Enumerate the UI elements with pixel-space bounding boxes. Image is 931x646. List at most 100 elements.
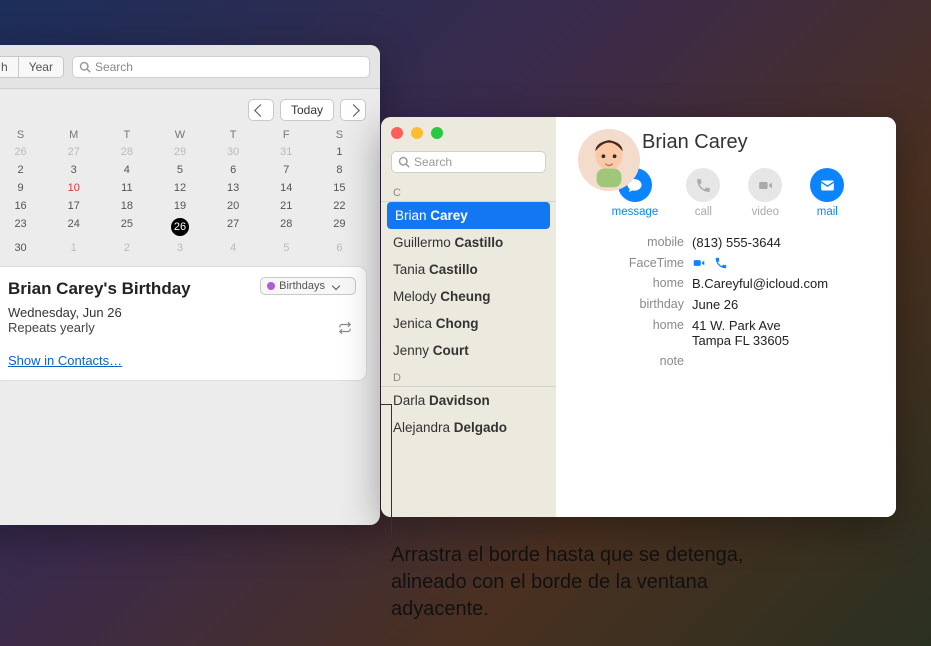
- mini-cal-day[interactable]: 31: [260, 143, 313, 161]
- callout-line: [391, 404, 392, 538]
- avatar[interactable]: [578, 129, 640, 191]
- contact-card: Brian Carey message call video mail mobi…: [556, 117, 896, 517]
- mini-cal-day[interactable]: 15: [313, 179, 366, 197]
- field-label-home-email: home: [574, 276, 684, 290]
- contact-list-item[interactable]: Darla Davidson: [381, 387, 556, 414]
- mini-cal-day[interactable]: 28: [260, 215, 313, 239]
- mail-button[interactable]: mail: [810, 168, 844, 218]
- mini-cal-day[interactable]: 1: [47, 239, 100, 257]
- today-button[interactable]: Today: [280, 99, 334, 121]
- calendar-tab-month[interactable]: h: [0, 57, 18, 77]
- mini-calendar[interactable]: SMTWTFS 26272829303112345678910111213141…: [0, 127, 366, 257]
- mini-cal-day[interactable]: 23: [0, 215, 47, 239]
- mini-cal-day[interactable]: 6: [207, 161, 260, 179]
- mini-cal-day[interactable]: 13: [207, 179, 260, 197]
- field-value-facetime[interactable]: [692, 256, 728, 270]
- mini-cal-day[interactable]: 8: [313, 161, 366, 179]
- mini-cal-day-header: M: [47, 127, 100, 143]
- contact-name: Brian Carey: [642, 131, 748, 154]
- event-calendar-select[interactable]: Birthdays: [260, 277, 356, 295]
- contact-list-item[interactable]: Jenica Chong: [381, 310, 556, 337]
- mini-cal-day[interactable]: 12: [153, 179, 206, 197]
- mini-cal-day[interactable]: 25: [100, 215, 153, 239]
- mini-cal-day[interactable]: 14: [260, 179, 313, 197]
- close-button[interactable]: [391, 127, 403, 139]
- mini-cal-day[interactable]: 3: [153, 239, 206, 257]
- video-icon: [757, 177, 774, 194]
- mini-cal-day[interactable]: 9: [0, 179, 47, 197]
- mini-cal-day[interactable]: 21: [260, 197, 313, 215]
- contacts-search-placeholder: Search: [414, 155, 452, 169]
- contacts-search-input[interactable]: Search: [391, 151, 546, 173]
- contact-list-item[interactable]: Tania Castillo: [381, 256, 556, 283]
- mini-cal-day[interactable]: 29: [313, 215, 366, 239]
- call-button[interactable]: call: [686, 168, 720, 218]
- mini-cal-day-header: T: [207, 127, 260, 143]
- field-value-birthday: June 26: [692, 297, 738, 312]
- contact-fields: mobile (813) 555-3644 FaceTime home B.Care…: [574, 232, 878, 371]
- mini-cal-day[interactable]: 11: [100, 179, 153, 197]
- field-value-home-addr[interactable]: 41 W. Park AveTampa FL 33605: [692, 318, 789, 348]
- next-month-button[interactable]: [340, 99, 366, 121]
- repeat-icon: [338, 321, 352, 335]
- calendar-color-dot: [267, 282, 275, 290]
- video-icon: [692, 256, 706, 270]
- field-label-home-addr: home: [574, 318, 684, 332]
- contact-list-item[interactable]: Alejandra Delgado: [381, 414, 556, 441]
- calendar-toolbar: h Year Search: [0, 45, 380, 89]
- mini-cal-day[interactable]: 5: [260, 239, 313, 257]
- phone-icon: [714, 256, 728, 270]
- calendar-view-tabs[interactable]: h Year: [0, 56, 64, 78]
- call-label: call: [695, 206, 712, 218]
- mini-cal-day[interactable]: 24: [47, 215, 100, 239]
- mini-cal-day[interactable]: 4: [100, 161, 153, 179]
- mini-cal-day-header: T: [100, 127, 153, 143]
- contact-list-item[interactable]: Guillermo Castillo: [381, 229, 556, 256]
- mini-cal-day[interactable]: 20: [207, 197, 260, 215]
- mini-cal-day[interactable]: 26: [0, 143, 47, 161]
- mini-cal-day[interactable]: 27: [47, 143, 100, 161]
- mini-cal-day[interactable]: 1: [313, 143, 366, 161]
- mini-cal-day[interactable]: 10: [47, 179, 100, 197]
- calendar-search-input[interactable]: Search: [72, 56, 370, 78]
- callout-text: Arrastra el borde hasta que se detenga, …: [391, 542, 771, 623]
- minimize-button[interactable]: [411, 127, 423, 139]
- mini-cal-day[interactable]: 30: [0, 239, 47, 257]
- contact-list-item[interactable]: Brian Carey: [387, 202, 550, 229]
- contact-list-item[interactable]: Jenny Court: [381, 337, 556, 364]
- mini-cal-day[interactable]: 27: [207, 215, 260, 239]
- zoom-button[interactable]: [431, 127, 443, 139]
- mini-cal-day[interactable]: 18: [100, 197, 153, 215]
- mini-cal-day[interactable]: 26: [153, 215, 206, 239]
- mini-cal-day[interactable]: 30: [207, 143, 260, 161]
- event-date: Wednesday, Jun 26: [8, 305, 352, 320]
- video-button[interactable]: video: [748, 168, 782, 218]
- mini-cal-day[interactable]: 2: [0, 161, 47, 179]
- calendar-tab-year[interactable]: Year: [18, 57, 63, 77]
- mini-cal-day-header: W: [153, 127, 206, 143]
- mini-cal-day[interactable]: 7: [260, 161, 313, 179]
- mini-cal-day-header: F: [260, 127, 313, 143]
- window-traffic-lights[interactable]: [391, 127, 443, 139]
- prev-month-button[interactable]: [248, 99, 274, 121]
- mini-cal-day[interactable]: 22: [313, 197, 366, 215]
- mini-cal-day[interactable]: 4: [207, 239, 260, 257]
- mini-cal-day[interactable]: 16: [0, 197, 47, 215]
- show-in-contacts-link[interactable]: Show in Contacts…: [8, 353, 122, 368]
- mini-cal-day[interactable]: 29: [153, 143, 206, 161]
- mini-cal-day[interactable]: 17: [47, 197, 100, 215]
- mini-cal-day[interactable]: 2: [100, 239, 153, 257]
- field-label-facetime: FaceTime: [574, 256, 684, 270]
- mini-cal-day[interactable]: 6: [313, 239, 366, 257]
- memoji-icon: [578, 129, 640, 191]
- mini-cal-day[interactable]: 19: [153, 197, 206, 215]
- contact-list-item[interactable]: Melody Cheung: [381, 283, 556, 310]
- mini-cal-day[interactable]: 28: [100, 143, 153, 161]
- field-label-mobile: mobile: [574, 235, 684, 249]
- contacts-section-label: C: [381, 183, 556, 202]
- mini-cal-day[interactable]: 5: [153, 161, 206, 179]
- field-value-home-email[interactable]: B.Careyful@icloud.com: [692, 276, 828, 291]
- mini-cal-day[interactable]: 3: [47, 161, 100, 179]
- mail-icon: [819, 177, 836, 194]
- field-value-mobile[interactable]: (813) 555-3644: [692, 235, 781, 250]
